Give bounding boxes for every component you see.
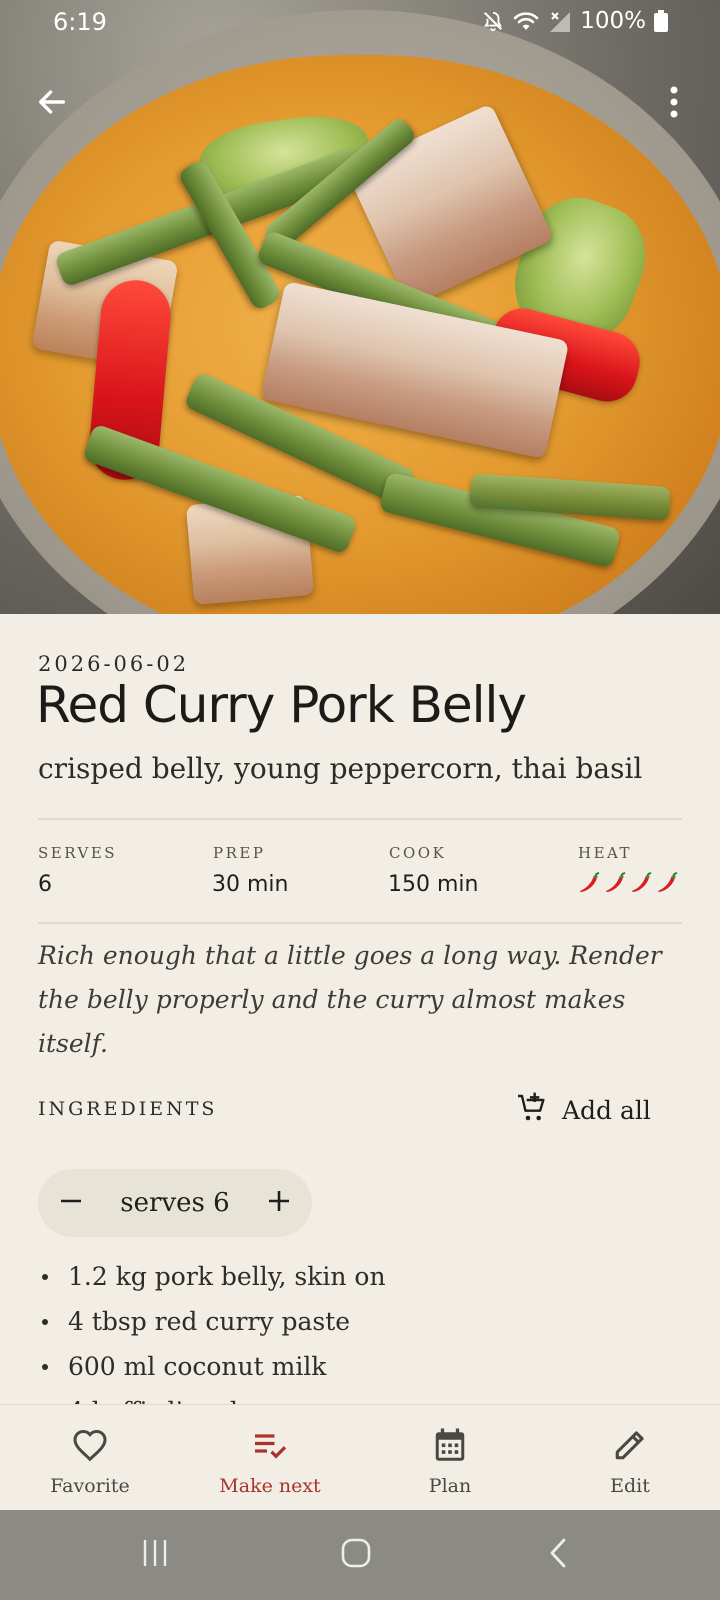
heat-rating [578,872,680,900]
hero-photo [0,0,720,614]
nav-label: Plan [428,1475,472,1497]
stat-value: 30 min [212,872,289,897]
recent-apps-icon [140,1538,170,1572]
nav-edit[interactable]: Edit [540,1405,720,1510]
chili-pepper-icon [578,872,602,900]
chevron-left-icon [547,1537,569,1573]
nav-make-next[interactable]: Make next [180,1405,360,1510]
nav-plan[interactable]: Plan [360,1405,540,1510]
recipe-title: Red Curry Pork Belly [36,676,527,734]
recipe-content: 2026-06-02 Red Curry Pork Belly crisped … [0,614,720,1426]
stat-label: PREP [213,844,266,862]
ingredient-item: 4 tbsp red curry paste [38,1299,678,1344]
arrow-left-icon [35,85,69,123]
servings-label: serves 6 [120,1188,230,1218]
mute-icon [482,10,504,32]
chili-pepper-icon [656,872,680,900]
playlist-check-icon [250,1425,290,1465]
stat-value: 6 [38,872,52,897]
nav-label: Make next [219,1475,321,1497]
more-vertical-icon [669,85,679,123]
stat-value: 150 min [388,872,479,897]
nav-label: Edit [610,1475,650,1497]
nav-label: Favorite [50,1475,130,1497]
home-icon [340,1537,372,1573]
pencil-icon [610,1425,650,1465]
system-nav-bar [0,1510,720,1600]
home-button[interactable] [326,1530,386,1580]
chili-pepper-icon [630,872,654,900]
heart-icon [70,1425,110,1465]
ingredient-item: 600 ml coconut milk [38,1344,678,1389]
recipe-date: 2026-06-02 [38,652,190,676]
servings-stepper: serves 6 [38,1169,312,1237]
bottom-nav: Favorite Make next Plan Edit [0,1404,720,1510]
stat-label: SERVES [38,844,118,862]
plus-icon [267,1189,291,1217]
recent-apps-button[interactable] [125,1530,185,1580]
chili-pepper-icon [604,872,628,900]
cart-add-icon [516,1092,548,1128]
ingredient-item: 1.2 kg pork belly, skin on [38,1254,678,1299]
nav-favorite[interactable]: Favorite [0,1405,180,1510]
system-back-button[interactable] [528,1530,588,1580]
signal-icon [548,10,572,32]
more-options-button[interactable] [646,76,702,132]
ingredients-heading: INGREDIENTS [38,1098,218,1120]
stat-label: HEAT [578,844,633,862]
increase-servings-button[interactable] [246,1169,312,1237]
recipe-description: Rich enough that a little goes a long wa… [38,941,662,1058]
status-time: 6:19 [53,8,107,36]
status-bar: 6:19 100% [0,0,720,50]
decrease-servings-button[interactable] [38,1169,104,1237]
calendar-icon [430,1425,470,1465]
add-all-button[interactable]: Add all [516,1082,651,1138]
battery-icon [654,10,668,32]
minus-icon [59,1189,83,1217]
wifi-icon [512,10,540,32]
stat-label: COOK [389,844,447,862]
status-icons: 100% [482,8,668,34]
back-button[interactable] [24,76,80,132]
battery-level: 100% [580,8,646,34]
divider [38,818,682,820]
recipe-subtitle: crisped belly, young peppercorn, thai ba… [38,752,643,785]
add-all-label: Add all [562,1095,651,1125]
divider [38,922,682,924]
